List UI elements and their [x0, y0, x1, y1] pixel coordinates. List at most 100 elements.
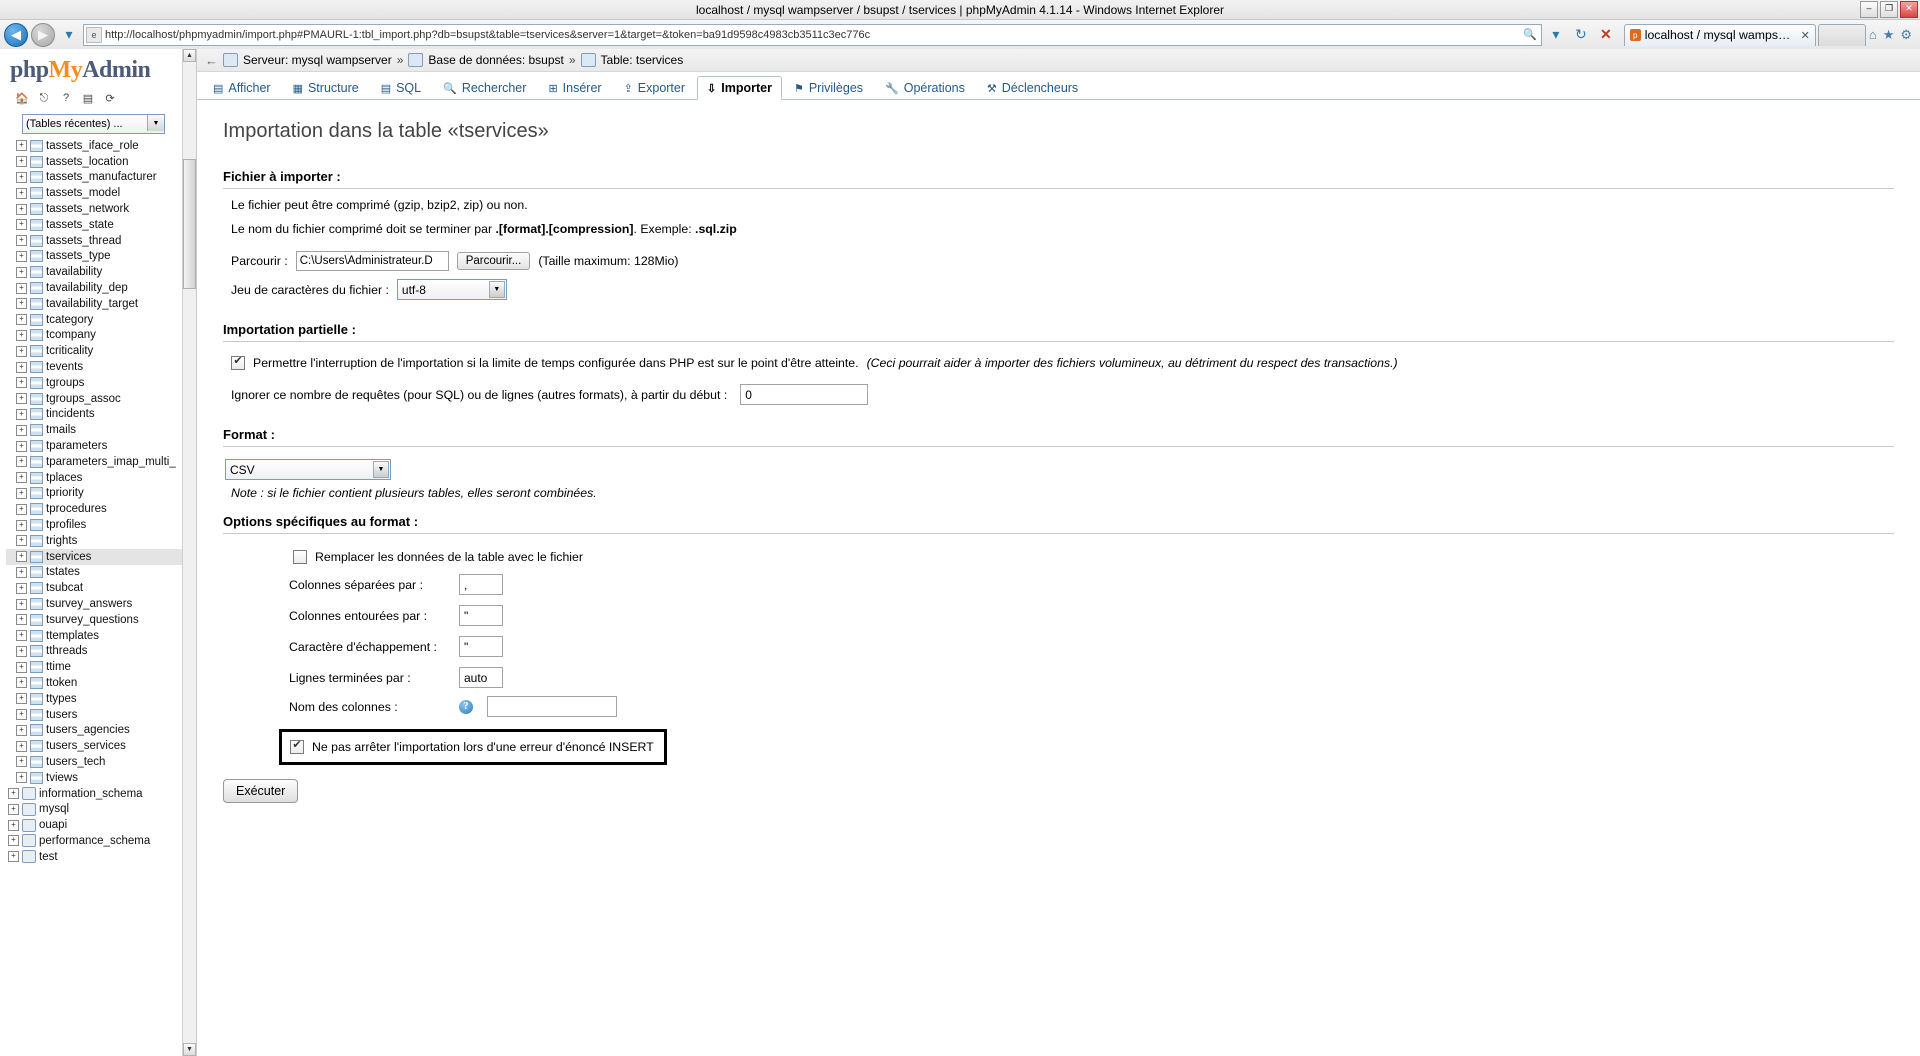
expand-icon[interactable]: +: [16, 267, 27, 278]
sidebar-scrollbar[interactable]: ▲ ▼: [182, 49, 196, 1056]
tab-exporter[interactable]: ⇪Exporter: [614, 76, 695, 99]
reload-icon[interactable]: ⟳: [102, 90, 118, 106]
sidebar-table-item[interactable]: +ttime: [6, 659, 196, 675]
forward-icon[interactable]: ▶: [31, 23, 55, 47]
sidebar-table-item[interactable]: +tprofiles: [6, 517, 196, 533]
expand-icon[interactable]: +: [16, 456, 27, 467]
scrollbar-thumb[interactable]: [183, 159, 196, 289]
home-icon[interactable]: ⌂: [1869, 27, 1877, 42]
expand-icon[interactable]: +: [16, 646, 27, 657]
sidebar-table-item[interactable]: +tassets_location: [6, 154, 196, 170]
sidebar-table-item[interactable]: +tprocedures: [6, 501, 196, 517]
expand-icon[interactable]: +: [16, 725, 27, 736]
scroll-up-arrow-icon[interactable]: ▲: [183, 49, 196, 62]
sidebar-table-item[interactable]: +tsurvey_answers: [6, 596, 196, 612]
expand-icon[interactable]: +: [16, 662, 27, 673]
sidebar-table-item[interactable]: +ttypes: [6, 691, 196, 707]
history-dropdown-icon[interactable]: ▾: [58, 24, 80, 46]
help-icon[interactable]: ?: [58, 90, 74, 106]
sidebar-table-item[interactable]: +tplaces: [6, 470, 196, 486]
expand-icon[interactable]: +: [16, 219, 27, 230]
recent-tables-select[interactable]: (Tables récentes) ... ▼: [22, 114, 165, 134]
phpmyadmin-logo[interactable]: phpMyAdmin: [0, 49, 196, 88]
skip-input[interactable]: 0: [740, 384, 868, 405]
expand-icon[interactable]: +: [16, 630, 27, 641]
sidebar-table-item[interactable]: +tevents: [6, 359, 196, 375]
expand-icon[interactable]: +: [8, 835, 19, 846]
expand-icon[interactable]: +: [16, 204, 27, 215]
tab-rechercher[interactable]: 🔍Rechercher: [433, 76, 536, 99]
sidebar-table-item[interactable]: +tviews: [6, 770, 196, 786]
expand-icon[interactable]: +: [16, 677, 27, 688]
sidebar-table-item[interactable]: +tassets_state: [6, 217, 196, 233]
expand-icon[interactable]: +: [16, 599, 27, 610]
minimize-button[interactable]: –: [1860, 1, 1878, 18]
sidebar-database-item[interactable]: +test: [6, 849, 196, 865]
sidebar-table-item[interactable]: +tservices: [6, 549, 196, 565]
expand-icon[interactable]: +: [16, 251, 27, 262]
expand-icon[interactable]: +: [16, 314, 27, 325]
browse-button[interactable]: Parcourir...: [457, 252, 531, 270]
sidebar-table-item[interactable]: +tcompany: [6, 328, 196, 344]
expand-icon[interactable]: +: [16, 504, 27, 515]
sidebar-table-item[interactable]: +ttemplates: [6, 628, 196, 644]
expand-icon[interactable]: +: [16, 377, 27, 388]
sidebar-table-item[interactable]: +tassets_thread: [6, 233, 196, 249]
favorites-icon[interactable]: ★: [1883, 27, 1895, 43]
expand-icon[interactable]: +: [16, 693, 27, 704]
expand-icon[interactable]: +: [16, 441, 27, 452]
browser-tab-active[interactable]: p localhost / mysql wampserve... ✕: [1624, 24, 1816, 46]
sidebar-table-item[interactable]: +tassets_type: [6, 249, 196, 265]
tools-icon[interactable]: ⚙: [1900, 27, 1912, 43]
sidebar-table-item[interactable]: +tassets_manufacturer: [6, 170, 196, 186]
new-tab-button[interactable]: [1818, 24, 1866, 46]
format-select[interactable]: CSV ▼: [225, 459, 391, 480]
sidebar-table-item[interactable]: +tthreads: [6, 644, 196, 660]
help-icon[interactable]: ?: [459, 700, 473, 714]
tab-importer[interactable]: ⇩Importer: [697, 76, 782, 100]
close-button[interactable]: ✕: [1900, 1, 1918, 18]
scroll-down-arrow-icon[interactable]: ▼: [183, 1043, 196, 1056]
stop-icon[interactable]: ✕: [1595, 24, 1617, 46]
format-field-input[interactable]: ": [459, 605, 503, 626]
expand-icon[interactable]: +: [16, 772, 27, 783]
interrupt-checkbox[interactable]: [231, 356, 245, 370]
sidebar-table-item[interactable]: +tassets_model: [6, 185, 196, 201]
sidebar-table-item[interactable]: +tgroups_assoc: [6, 391, 196, 407]
refresh-icon[interactable]: ↻: [1570, 24, 1592, 46]
maximize-button[interactable]: ❐: [1880, 1, 1898, 18]
expand-icon[interactable]: +: [16, 346, 27, 357]
back-icon[interactable]: ◀: [4, 23, 28, 47]
expand-icon[interactable]: +: [16, 362, 27, 373]
tab-oprations[interactable]: 🔧Opérations: [875, 76, 975, 99]
breadcrumb-database[interactable]: Base de données: bsupst: [428, 53, 563, 67]
expand-icon[interactable]: +: [16, 614, 27, 625]
tab-structure[interactable]: ▦Structure: [283, 76, 369, 99]
expand-icon[interactable]: +: [16, 567, 27, 578]
file-path-input[interactable]: C:\Users\Administrateur.D: [296, 251, 449, 271]
expand-icon[interactable]: +: [16, 298, 27, 309]
sidebar-table-item[interactable]: +tparameters_imap_multi_: [6, 454, 196, 470]
tab-insrer[interactable]: ⊞Insérer: [538, 76, 611, 99]
expand-icon[interactable]: +: [16, 551, 27, 562]
sidebar-table-item[interactable]: +tusers_services: [6, 738, 196, 754]
breadcrumb-server[interactable]: Serveur: mysql wampserver: [243, 53, 392, 67]
sidebar-table-item[interactable]: +tincidents: [6, 407, 196, 423]
expand-icon[interactable]: +: [16, 235, 27, 246]
address-bar[interactable]: e http://localhost/phpmyadmin/import.php…: [83, 24, 1542, 46]
sidebar-table-item[interactable]: +tassets_network: [6, 201, 196, 217]
expand-icon[interactable]: +: [16, 472, 27, 483]
column-names-input[interactable]: [487, 696, 617, 717]
charset-select[interactable]: utf-8 ▼: [397, 279, 507, 300]
sidebar-table-item[interactable]: +tavailability_target: [6, 296, 196, 312]
expand-icon[interactable]: +: [16, 156, 27, 167]
expand-icon[interactable]: +: [16, 741, 27, 752]
expand-icon[interactable]: +: [16, 393, 27, 404]
expand-icon[interactable]: +: [16, 188, 27, 199]
breadcrumb-back-icon[interactable]: ←: [205, 53, 218, 68]
sidebar-table-item[interactable]: +tusers: [6, 707, 196, 723]
sidebar-table-item[interactable]: +tassets_iface_role: [6, 138, 196, 154]
sidebar-table-item[interactable]: +tpriority: [6, 486, 196, 502]
expand-icon[interactable]: +: [16, 283, 27, 294]
sql-icon[interactable]: ▤: [80, 90, 96, 106]
